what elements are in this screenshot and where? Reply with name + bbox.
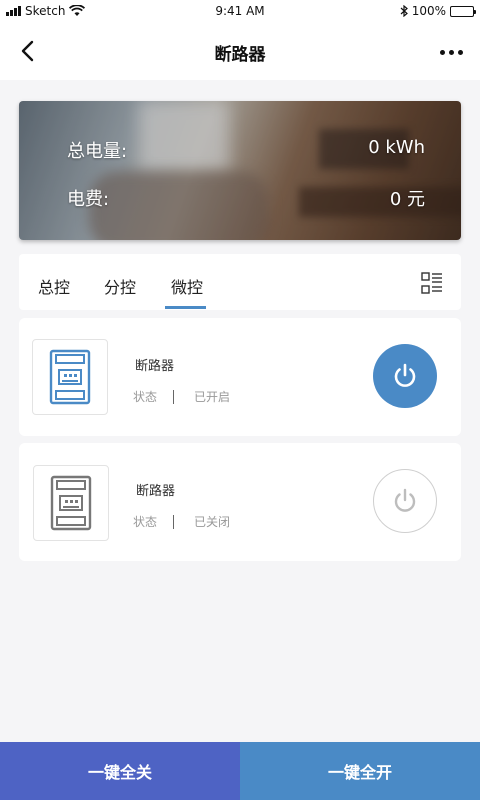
device-status: 状态 已开启 <box>133 388 230 405</box>
tab-micro-control[interactable]: 微控 <box>171 274 203 298</box>
device-status-value: 已开启 <box>194 390 231 404</box>
power-icon <box>394 363 416 387</box>
tab-sub-control[interactable]: 分控 <box>104 274 136 298</box>
bottom-action-bar: 一键全关 一键全开 <box>0 742 480 800</box>
energy-value: 0 kWh <box>368 137 425 158</box>
battery-icon <box>450 5 476 17</box>
cost-label: 电费: <box>67 189 110 210</box>
active-tab-indicator <box>165 306 206 309</box>
energy-row: 总电量: 0 kWh <box>67 137 425 163</box>
device-name: 断路器 <box>135 359 175 374</box>
status-divider <box>173 514 175 529</box>
status-right: 100% <box>400 4 476 18</box>
page-title: 断路器 <box>214 45 266 65</box>
nav-bar: 断路器 <box>0 22 480 80</box>
banner-overlay <box>19 101 461 240</box>
more-icon[interactable] <box>436 42 466 62</box>
control-tabs: 总控 分控 微控 <box>19 254 461 310</box>
cost-value: 0 元 <box>389 189 425 210</box>
device-status-label: 状态 <box>133 390 158 404</box>
all-off-button[interactable]: 一键全关 <box>0 742 240 800</box>
battery-percent: 100% <box>411 4 446 18</box>
power-toggle-button[interactable] <box>373 469 437 533</box>
status-bar: Sketch 9:41 AM 100% <box>0 0 480 22</box>
device-icon-box <box>32 339 108 415</box>
device-status-label: 状态 <box>133 515 158 529</box>
bluetooth-icon <box>400 5 408 17</box>
device-status-value: 已关闭 <box>194 515 231 529</box>
power-icon <box>394 488 416 512</box>
cost-row: 电费: 0 元 <box>67 185 425 211</box>
status-divider <box>173 389 175 404</box>
device-name: 断路器 <box>136 484 176 499</box>
device-icon-box <box>33 465 109 541</box>
grid-view-icon[interactable] <box>421 272 443 294</box>
device-card[interactable]: 断路器 状态 已关闭 <box>19 443 461 561</box>
breaker-icon <box>49 349 91 405</box>
device-status: 状态 已关闭 <box>133 513 230 530</box>
energy-banner: 总电量: 0 kWh 电费: 0 元 <box>19 101 461 240</box>
all-on-button[interactable]: 一键全开 <box>240 742 480 800</box>
energy-label: 总电量: <box>67 141 128 162</box>
device-card[interactable]: 断路器 状态 已开启 <box>19 318 461 436</box>
tab-master-control[interactable]: 总控 <box>38 274 70 298</box>
breaker-icon <box>50 475 92 531</box>
power-toggle-button[interactable] <box>373 344 437 408</box>
